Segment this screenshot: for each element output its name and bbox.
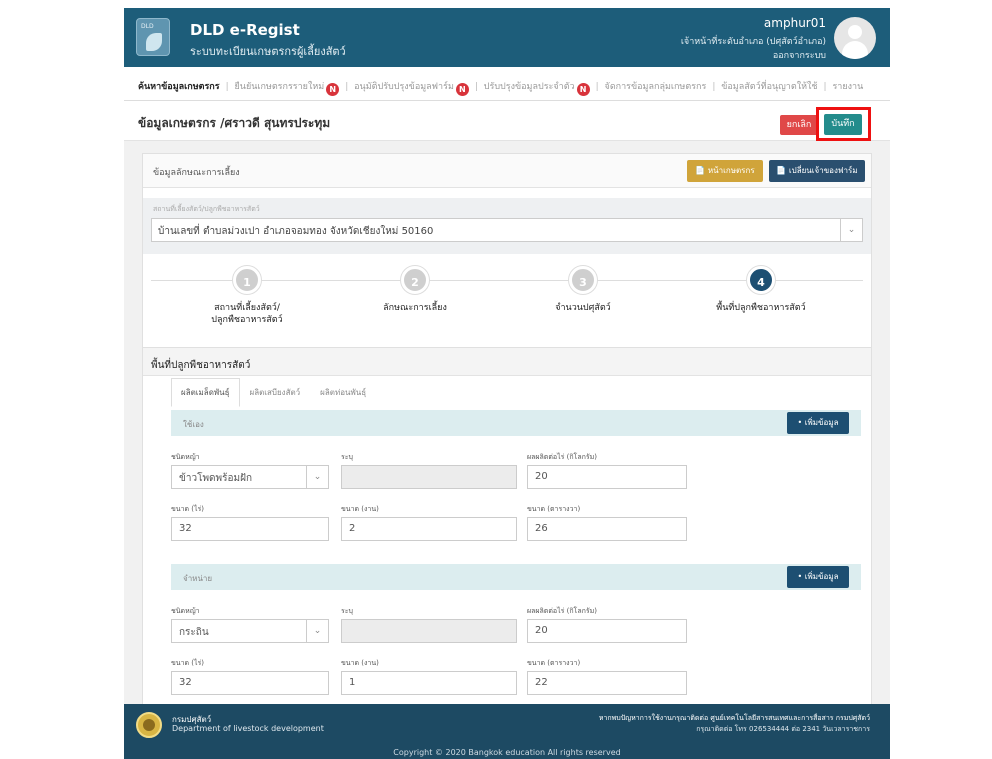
contact-info: หากพบปัญหาการใช้งานกรุณาติดต่อ ศูนย์เทคโ… xyxy=(598,714,870,722)
size-rai-input[interactable]: 32 xyxy=(171,671,329,695)
step-3[interactable]: 3 จำนวนปศุสัตว์ xyxy=(523,266,643,314)
app-footer: กรมปศุสัตว์ Department of livestock deve… xyxy=(124,704,890,759)
nav-item-search-farmer[interactable]: ค้นหาข้อมูลเกษตรกร xyxy=(138,82,220,92)
forage-card: พื้นที่ปลูกพืชอาหารสัตว์ ผลิตเมล็ดพันธุ์… xyxy=(142,347,872,707)
card-title: พื้นที่ปลูกพืชอาหารสัตว์ xyxy=(151,360,251,371)
logout-link[interactable]: ออกจากระบบ xyxy=(773,48,826,62)
cancel-button[interactable]: ยกเลิก xyxy=(780,115,818,135)
forage-tabs: ผลิตเมล็ดพันธุ์ ผลิตเสบียงสัตว์ ผลิตท่อนพั… xyxy=(171,378,376,407)
nav-item-reports[interactable]: รายงาน xyxy=(832,82,863,92)
chevron-down-icon: ⌄ xyxy=(306,620,328,642)
size-sqwa-input[interactable]: 26 xyxy=(527,517,687,541)
size-ngan-input[interactable]: 2 xyxy=(341,517,517,541)
add-data-button[interactable]: • เพิ่มข้อมูล xyxy=(787,412,849,434)
size-sqwa-input[interactable]: 22 xyxy=(527,671,687,695)
nav-item-approve-farm[interactable]: อนุมัติปรับปรุงข้อมูลฟาร์ม N xyxy=(354,82,469,96)
new-badge: N xyxy=(576,83,590,96)
grass-type-select[interactable]: ข้าวโพดพร้อมฝัก ⌄ xyxy=(171,465,329,489)
logo-text: DLD xyxy=(141,23,154,30)
yield-input[interactable]: 20 xyxy=(527,619,687,643)
specify-input[interactable] xyxy=(341,465,517,489)
size-rai-input[interactable]: 32 xyxy=(171,517,329,541)
section-own-use: ใช้เอง • เพิ่มข้อมูล xyxy=(171,410,861,436)
app-subtitle: ระบบทะเบียนเกษตรกรผู้เลี้ยงสัตว์ xyxy=(190,45,346,58)
nav-item-farmer-groups[interactable]: จัดการข้อมูลกลุ่มเกษตรกร xyxy=(605,82,707,92)
farm-location-area: สถานที่เลี้ยงสัตว์/ปลูกพืชอาหารสัตว์ บ้า… xyxy=(143,198,871,254)
main-nav: ค้นหาข้อมูลเกษตรกร | ยืนยันเกษตรกรรายใหม่… xyxy=(124,67,890,101)
user-role: เจ้าหน้าที่ระดับอำเภอ (ปศุสัตว์อำเภอ) xyxy=(680,37,826,47)
grass-type-select[interactable]: กระถิน ⌄ xyxy=(171,619,329,643)
page-title: ข้อมูลเกษตรกร /ศราวดี สุนทรประทุม xyxy=(138,116,331,130)
user-name: amphur01 xyxy=(763,16,826,30)
dld-logo[interactable]: DLD xyxy=(136,18,170,56)
contact-phone: กรุณาติดต่อ โทร 026534444 ต่อ 2341 วันเว… xyxy=(696,725,870,733)
app-header: DLD DLD e-Regist ระบบทะเบียนเกษตรกรผู้เล… xyxy=(124,8,890,67)
save-button[interactable]: บันทึก xyxy=(824,114,862,135)
yield-input[interactable]: 20 xyxy=(527,465,687,489)
copyright: Copyright © 2020 Bangkok education All r… xyxy=(393,748,621,757)
chevron-down-icon: ⌄ xyxy=(840,219,862,241)
size-ngan-input[interactable]: 1 xyxy=(341,671,517,695)
leaf-icon xyxy=(146,33,162,51)
add-data-button[interactable]: • เพิ่มข้อมูล xyxy=(787,566,849,588)
card-title: ข้อมูลลักษณะการเลี้ยง xyxy=(153,168,240,178)
change-owner-button[interactable]: 📄 เปลี่ยนเจ้าของฟาร์ม xyxy=(769,160,865,182)
tab-cutting[interactable]: ผลิตท่อนพันธุ์ xyxy=(310,378,376,407)
farmer-profile-button[interactable]: 📄 หน้าเกษตรกร xyxy=(687,160,763,182)
dept-name-en: Department of livestock development xyxy=(172,724,324,733)
app-title: DLD e-Regist xyxy=(190,21,300,39)
dld-seal-icon xyxy=(136,712,162,738)
step-1[interactable]: 1 สถานที่เลี้ยงสัตว์/ปลูกพืชอาหารสัตว์ xyxy=(187,266,307,326)
new-badge: N xyxy=(326,83,340,96)
user-avatar-icon xyxy=(848,25,862,39)
nav-item-confirm-new[interactable]: ยืนยันเกษตรกรรายใหม่ N xyxy=(235,82,340,96)
nav-item-update-profile[interactable]: ปรับปรุงข้อมูลประจำตัว N xyxy=(484,82,590,96)
app-window: DLD DLD e-Regist ระบบทะเบียนเกษตรกรผู้เล… xyxy=(124,8,890,759)
farm-location-select[interactable]: บ้านเลขที่ ตำบลม่วงเปา อำเภอจอมทอง จังหว… xyxy=(151,218,863,242)
tab-seed[interactable]: ผลิตเมล็ดพันธุ์ xyxy=(171,378,240,407)
step-4[interactable]: 4 พื้นที่ปลูกพืชอาหารสัตว์ xyxy=(701,266,821,314)
farm-location-label: สถานที่เลี้ยงสัตว์/ปลูกพืชอาหารสัตว์ xyxy=(153,205,260,213)
nav-item-allowed-animals[interactable]: ข้อมูลสัตว์ที่อนุญาตให้ใช้ xyxy=(721,82,817,92)
section-for-sale: จำหน่าย • เพิ่มข้อมูล xyxy=(171,564,861,590)
step-2[interactable]: 2 ลักษณะการเลี้ยง xyxy=(355,266,475,314)
page-titlebar: ข้อมูลเกษตรกร /ศราวดี สุนทรประทุม ยกเลิก… xyxy=(124,101,890,141)
avatar[interactable] xyxy=(834,17,876,59)
chevron-down-icon: ⌄ xyxy=(306,466,328,488)
tab-feed[interactable]: ผลิตเสบียงสัตว์ xyxy=(240,378,311,407)
new-badge: N xyxy=(455,83,469,96)
specify-input[interactable] xyxy=(341,619,517,643)
